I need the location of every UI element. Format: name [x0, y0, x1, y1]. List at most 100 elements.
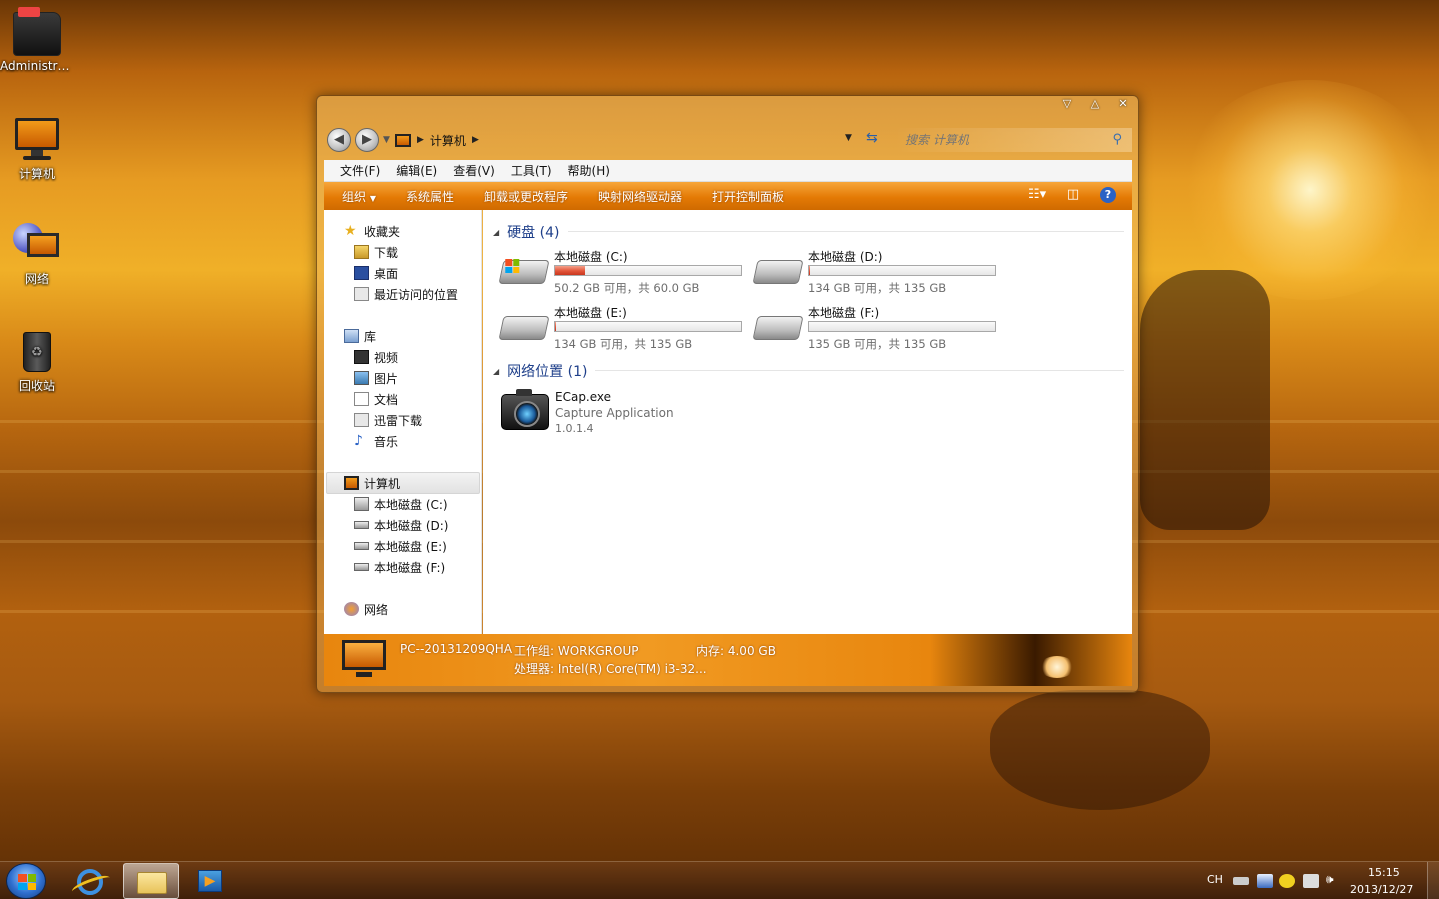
view-options-icon[interactable]: ☷▾: [1028, 187, 1046, 203]
hard-drive-icon: [354, 542, 369, 550]
nav-item-drive-d[interactable]: 本地磁盘 (D:): [354, 515, 448, 535]
desktop-icon-computer[interactable]: 计算机: [0, 118, 74, 182]
nav-item-downloads[interactable]: 下载: [354, 242, 398, 262]
nav-label: 下载: [374, 245, 399, 260]
maximize-icon[interactable]: △: [1088, 98, 1102, 110]
wallpaper-reflection: [990, 690, 1210, 810]
recycle-bin-icon: [13, 330, 61, 374]
map-network-drive-button[interactable]: 映射网络驱动器: [583, 188, 697, 205]
uninstall-program-button[interactable]: 卸载或更改程序: [469, 188, 583, 205]
collapse-icon[interactable]: ◢: [493, 367, 499, 376]
address-bar[interactable]: ▶ 计算机 ▶: [395, 129, 895, 151]
refresh-icon[interactable]: ⇆: [866, 130, 878, 146]
action-center-icon[interactable]: [1303, 874, 1319, 888]
content-pane: ◢ 硬盘 (4) 本地磁盘 (C:) 50.2 GB 可用，共 60.0 GB 本…: [483, 210, 1132, 634]
drive-tile-e[interactable]: 本地磁盘 (E:) 134 GB 可用，共 135 GB: [498, 304, 751, 354]
show-desktop-button[interactable]: [1427, 862, 1439, 899]
navigation-bar: ◀ ▶ ▼ ▶ 计算机 ▶ ▼ ⇆ ⚲: [325, 126, 1132, 154]
hard-drive-icon: [752, 260, 804, 284]
forward-button[interactable]: ▶: [355, 128, 379, 152]
nav-favorites[interactable]: ★ 收藏夹: [344, 221, 400, 241]
group-header-hard-disks[interactable]: ◢ 硬盘 (4): [493, 222, 559, 242]
taskbar-windows-explorer[interactable]: [123, 863, 179, 899]
desktop-icon-label: 网络: [24, 272, 49, 286]
nav-item-drive-c[interactable]: 本地磁盘 (C:): [354, 494, 448, 514]
back-button[interactable]: ◀: [327, 128, 351, 152]
folder-icon: [13, 7, 61, 56]
clock-date[interactable]: 2013/12/27: [1350, 883, 1413, 896]
desktop-icon-recycle-bin[interactable]: 回收站: [0, 330, 74, 394]
nav-item-desktop[interactable]: 桌面: [354, 263, 398, 283]
breadcrumb-arrow-icon[interactable]: ▶: [417, 135, 424, 145]
address-dropdown-icon[interactable]: ▼: [845, 133, 852, 143]
collapse-icon[interactable]: ◢: [493, 228, 499, 237]
clock-time[interactable]: 15:15: [1368, 866, 1400, 879]
nav-network[interactable]: 网络: [344, 599, 388, 619]
recent-pages-chevron-icon[interactable]: ▼: [383, 135, 390, 145]
menu-file[interactable]: 文件(F): [332, 162, 388, 179]
search-icon[interactable]: ⚲: [1112, 132, 1122, 147]
system-properties-button[interactable]: 系统属性: [391, 188, 469, 205]
nav-item-recent-places[interactable]: 最近访问的位置: [354, 284, 458, 304]
volume-icon[interactable]: 🕪: [1326, 872, 1342, 886]
window-controls: ▽ △ ✕: [1060, 98, 1130, 110]
network-icon: [13, 223, 61, 267]
drive-tile-d[interactable]: 本地磁盘 (D:) 134 GB 可用，共 135 GB: [752, 248, 1005, 298]
keyboard-icon[interactable]: [1233, 877, 1249, 885]
nav-label: 计算机: [364, 476, 401, 491]
minimize-icon[interactable]: ▽: [1060, 98, 1074, 110]
group-header-network-locations[interactable]: ◢ 网络位置 (1): [493, 361, 587, 381]
taskbar-internet-explorer[interactable]: [61, 863, 117, 899]
preview-pane-icon[interactable]: ◫: [1064, 187, 1082, 203]
menu-edit[interactable]: 编辑(E): [388, 162, 445, 179]
nav-computer[interactable]: 计算机: [344, 473, 400, 493]
drive-tile-f[interactable]: 本地磁盘 (F:) 135 GB 可用，共 135 GB: [752, 304, 1005, 354]
drive-usage-fill: [555, 266, 586, 275]
decorative-candle: [1039, 656, 1075, 678]
desktop-icon: [354, 266, 369, 280]
downloads-icon: [354, 245, 369, 259]
menu-help[interactable]: 帮助(H): [560, 162, 618, 179]
nav-label: 文档: [374, 392, 399, 407]
drive-name: 本地磁盘 (C:): [554, 250, 628, 264]
nav-item-drive-e[interactable]: 本地磁盘 (E:): [354, 536, 447, 556]
nav-label: 桌面: [374, 266, 399, 281]
security-icon[interactable]: [1279, 874, 1295, 888]
menu-bar: 文件(F) 编辑(E) 查看(V) 工具(T) 帮助(H): [324, 160, 1132, 182]
computer-icon: [344, 476, 359, 490]
star-icon: ★: [344, 223, 357, 239]
drive-usage-fill: [809, 266, 811, 275]
drive-usage-bar: [554, 265, 742, 276]
search-box[interactable]: ⚲: [895, 128, 1132, 152]
network-app-ecap[interactable]: ECap.exe Capture Application 1.0.1.4: [501, 389, 701, 440]
nav-item-music[interactable]: ♪ 音乐: [354, 431, 398, 451]
breadcrumb-arrow-icon[interactable]: ▶: [472, 135, 479, 145]
hard-drive-icon: [498, 316, 550, 340]
organize-button[interactable]: 组织 ▼: [334, 188, 391, 205]
help-icon[interactable]: ?: [1100, 187, 1116, 203]
group-title: 网络位置 (1): [507, 364, 588, 380]
desktop-icon-user-folder[interactable]: Administra...: [0, 7, 74, 73]
breadcrumb-computer[interactable]: 计算机: [430, 132, 466, 149]
media-player-icon[interactable]: ▶: [198, 870, 222, 892]
language-indicator[interactable]: CH: [1207, 873, 1223, 886]
hard-drive-icon: [752, 316, 804, 340]
nav-item-thunder-downloads[interactable]: 迅雷下载: [354, 410, 422, 430]
network-status-icon[interactable]: [1257, 874, 1273, 888]
close-icon[interactable]: ✕: [1116, 98, 1130, 110]
desktop-icon-network[interactable]: 网络: [0, 223, 74, 287]
open-control-panel-button[interactable]: 打开控制面板: [697, 188, 799, 205]
nav-libraries[interactable]: 库: [344, 326, 376, 346]
nav-item-drive-f[interactable]: 本地磁盘 (F:): [354, 557, 445, 577]
nav-item-pictures[interactable]: 图片: [354, 368, 398, 388]
drive-tile-c[interactable]: 本地磁盘 (C:) 50.2 GB 可用，共 60.0 GB: [498, 248, 751, 298]
menu-view[interactable]: 查看(V): [445, 162, 503, 179]
nav-item-videos[interactable]: 视频: [354, 347, 398, 367]
start-button[interactable]: [6, 863, 46, 899]
nav-label: 迅雷下载: [374, 413, 423, 428]
app-version: 1.0.1.4: [555, 422, 594, 435]
menu-tools[interactable]: 工具(T): [503, 162, 560, 179]
drive-usage-bar: [808, 265, 996, 276]
search-input[interactable]: [905, 133, 1105, 147]
nav-item-documents[interactable]: 文档: [354, 389, 398, 409]
